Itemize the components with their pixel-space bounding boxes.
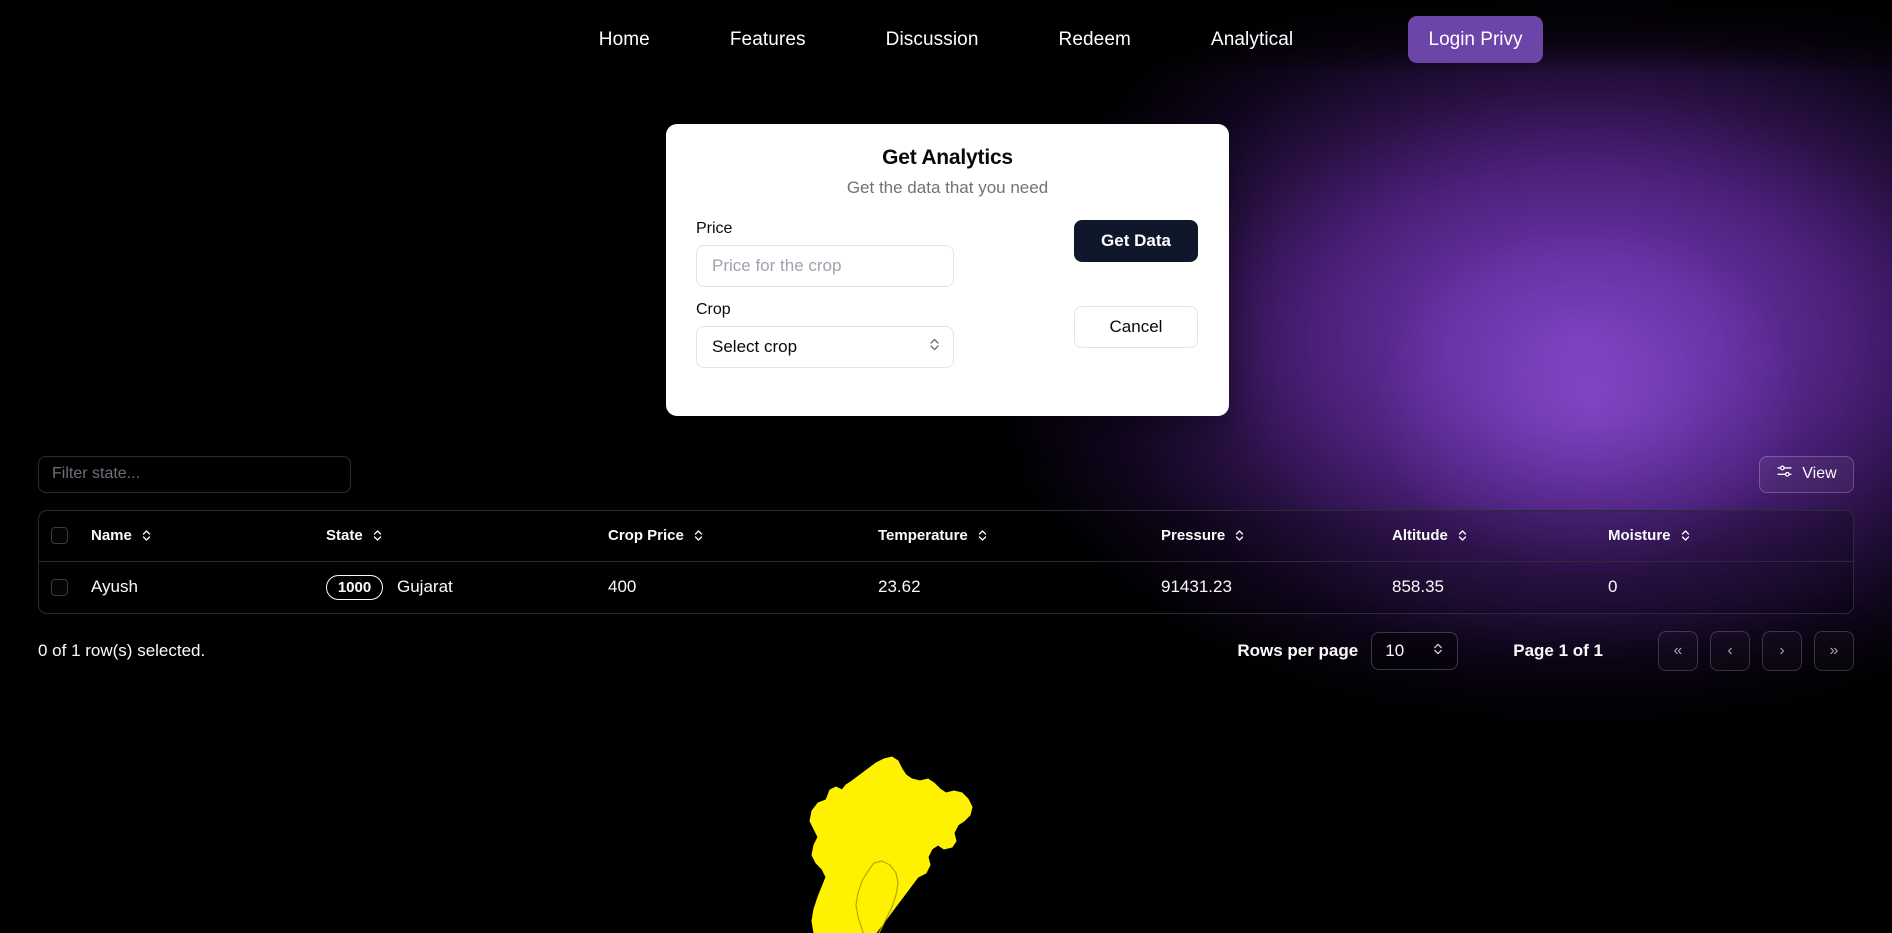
cell-crop-price: 400 [608, 577, 637, 597]
column-header-pressure-label: Pressure [1161, 527, 1226, 545]
navbar: Home Features Discussion Redeem Analytic… [0, 0, 1892, 80]
column-header-moisture-label: Moisture [1608, 527, 1671, 545]
last-page-button[interactable]: » [1814, 631, 1854, 671]
column-header-temperature-label: Temperature [878, 527, 968, 545]
row-select-checkbox[interactable] [51, 578, 68, 596]
column-header-name-label: Name [91, 527, 132, 545]
pagination-buttons: « ‹ › » [1658, 631, 1854, 671]
cell-altitude: 858.35 [1392, 577, 1444, 597]
column-header-pressure[interactable]: Pressure [1161, 511, 1392, 562]
page-indicator: Page 1 of 1 [1513, 641, 1603, 660]
cancel-button[interactable]: Cancel [1074, 306, 1198, 348]
dialog-body: Price Crop Select crop Get Data Cancel [666, 220, 1229, 368]
column-header-crop-price[interactable]: Crop Price [608, 511, 878, 562]
row-select-cell [39, 561, 91, 613]
get-data-button[interactable]: Get Data [1074, 220, 1198, 262]
dialog-actions: Get Data Cancel [1022, 220, 1198, 348]
nav-links: Home Features Discussion Redeem Analytic… [559, 21, 1334, 59]
column-header-altitude-label: Altitude [1392, 527, 1448, 545]
sort-icon [977, 529, 988, 542]
rows-per-page-label: Rows per page [1237, 641, 1359, 660]
nav-item-analytical[interactable]: Analytical [1171, 21, 1333, 59]
analytics-table: Name State Crop Price Temperature Pressu… [39, 511, 1853, 613]
app-root: Home Features Discussion Redeem Analytic… [0, 0, 1892, 933]
nav-item-home[interactable]: Home [559, 21, 690, 59]
cell-state: 1000 Gujarat [326, 561, 608, 613]
login-privy-button[interactable]: Login Privy [1408, 16, 1543, 63]
crop-label: Crop [696, 301, 731, 318]
filter-state-input[interactable] [38, 455, 351, 493]
sort-icon [1234, 529, 1245, 542]
cell-temperature: 23.62 [878, 577, 921, 597]
price-label: Price [696, 220, 733, 237]
view-button-label: View [1802, 465, 1837, 482]
table-row[interactable]: Ayush 1000 Gujarat 400 23.62 91431.23 85… [39, 561, 1853, 613]
sort-icon [693, 529, 704, 542]
nav-item-discussion[interactable]: Discussion [846, 21, 1019, 59]
view-columns-button[interactable]: View [1759, 455, 1854, 493]
table-card: Name State Crop Price Temperature Pressu… [38, 510, 1854, 614]
state-value-badge: 1000 [326, 574, 383, 600]
column-header-altitude[interactable]: Altitude [1392, 511, 1608, 562]
column-header-state-label: State [326, 527, 363, 545]
get-analytics-dialog: Get Analytics Get the data that you need… [666, 124, 1229, 416]
cell-moisture: 0 [1608, 577, 1618, 597]
column-header-state[interactable]: State [326, 511, 608, 562]
selection-count-label: 0 of 1 row(s) selected. [38, 641, 206, 660]
sort-icon [372, 529, 383, 542]
cell-name: Ayush [91, 577, 138, 597]
india-map[interactable] [756, 745, 1156, 933]
nav-item-features[interactable]: Features [690, 21, 846, 59]
nav-item-redeem[interactable]: Redeem [1019, 21, 1171, 59]
table-toolbar: View [38, 452, 1854, 496]
first-page-button[interactable]: « [1658, 631, 1698, 671]
cell-pressure: 91431.23 [1161, 577, 1232, 597]
column-header-name[interactable]: Name [91, 511, 326, 562]
next-page-button[interactable]: › [1762, 631, 1802, 671]
table-pagination: 0 of 1 row(s) selected. Rows per page 10… [38, 631, 1854, 671]
crop-select[interactable]: Select crop [696, 326, 954, 368]
column-header-moisture[interactable]: Moisture [1608, 511, 1853, 562]
rows-per-page-value: 10 [1385, 641, 1405, 660]
rows-per-page-select[interactable]: 10 [1371, 632, 1459, 670]
crop-select-wrapper: Select crop [696, 326, 954, 368]
sort-icon [1680, 529, 1691, 542]
dialog-title: Get Analytics [882, 146, 1013, 169]
data-table-section: View Name [38, 452, 1854, 671]
india-map-container [0, 745, 1892, 933]
price-input[interactable] [696, 245, 954, 287]
chevron-updown-icon [1432, 641, 1444, 661]
table-header-row: Name State Crop Price Temperature Pressu… [39, 511, 1853, 562]
previous-page-button[interactable]: ‹ [1710, 631, 1750, 671]
map-region-jammu-kashmir[interactable] [809, 756, 973, 933]
column-header-crop-price-label: Crop Price [608, 527, 684, 545]
select-all-header [39, 511, 91, 562]
dialog-header: Get Analytics Get the data that you need [666, 124, 1229, 198]
dialog-subtitle: Get the data that you need [846, 178, 1049, 197]
select-all-checkbox[interactable] [51, 527, 68, 545]
sort-icon [141, 529, 152, 542]
state-name-label: Gujarat [397, 577, 453, 597]
dialog-fields: Price Crop Select crop [696, 220, 954, 368]
sliders-icon [1776, 463, 1793, 485]
sort-icon [1457, 529, 1468, 542]
column-header-temperature[interactable]: Temperature [878, 511, 1161, 562]
